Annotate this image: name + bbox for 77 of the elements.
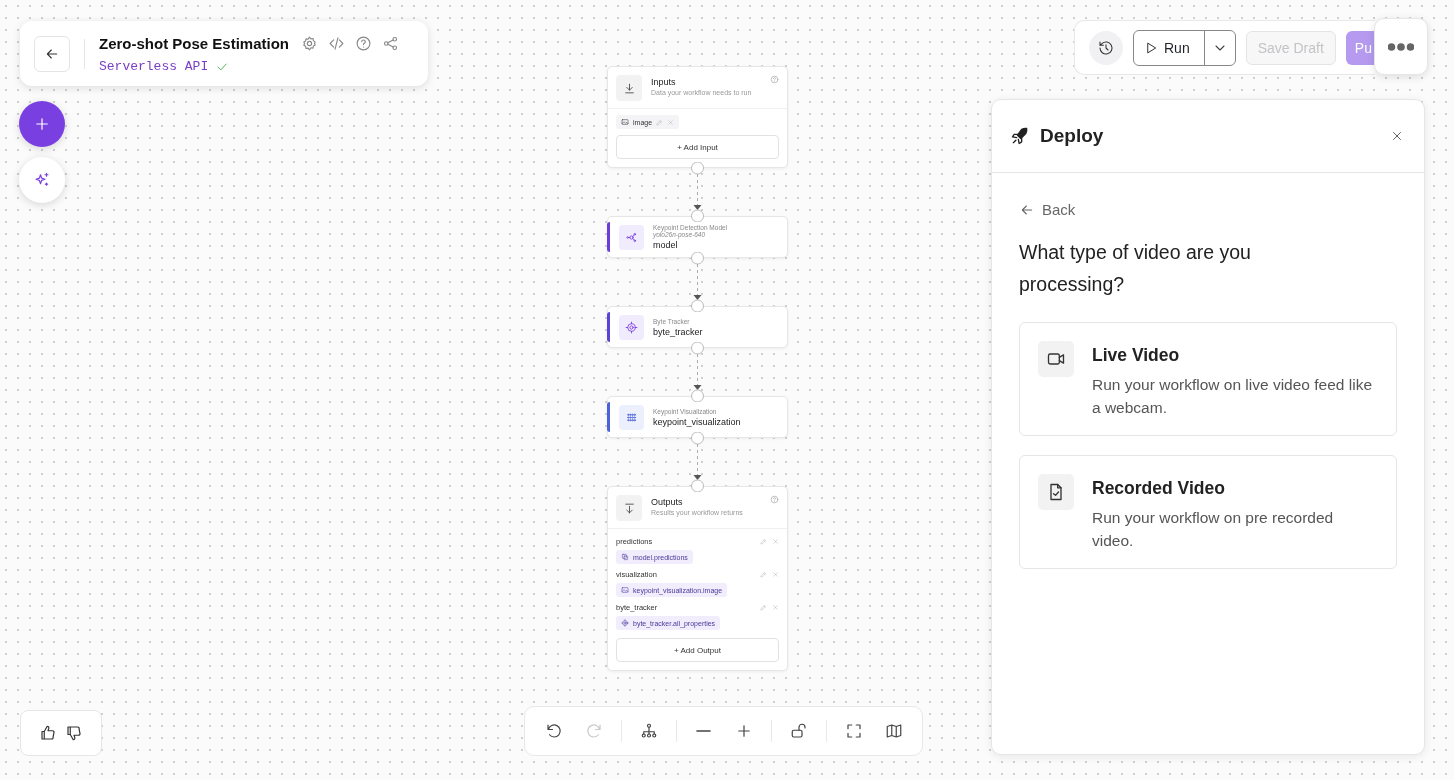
close-icon — [1390, 129, 1404, 143]
image-icon — [621, 118, 629, 126]
image-icon — [621, 586, 629, 594]
panel-title: Deploy — [1040, 125, 1105, 147]
connection-handle[interactable] — [691, 162, 704, 175]
block-name: byte_tracker — [653, 326, 703, 337]
play-icon — [1144, 40, 1158, 55]
block-name: model — [653, 240, 679, 250]
edge-arrow — [693, 263, 702, 300]
remove-icon — [667, 118, 675, 126]
connection-handle[interactable] — [691, 479, 704, 492]
option-description: Run your workflow on pre recorded video. — [1092, 508, 1335, 551]
edge-arrow — [693, 353, 702, 390]
download-icon — [622, 501, 636, 515]
remove-icon — [772, 538, 779, 545]
target-icon — [625, 320, 638, 334]
option-title: Live Video — [1092, 345, 1181, 366]
plus-icon — [33, 115, 51, 133]
run-button[interactable]: Run — [1134, 30, 1205, 65]
workflow-title: Zero-shot Pose Estimation — [99, 34, 290, 52]
add-output-button[interactable]: + Add Output — [616, 638, 779, 662]
connection-handle[interactable] — [691, 389, 704, 402]
edge-arrow — [693, 443, 702, 480]
share-icon — [381, 34, 399, 52]
edge-arrow — [693, 173, 702, 210]
history-icon — [1098, 39, 1114, 56]
back-button[interactable] — [34, 35, 70, 72]
option-title: Recorded Video — [1092, 478, 1226, 499]
help-button[interactable] — [353, 33, 374, 53]
close-button[interactable] — [1390, 129, 1404, 143]
inputs-title: Inputs — [651, 77, 677, 87]
network-icon — [625, 230, 638, 244]
option-description: Run your workflow on live video feed like a webcam. — [1092, 375, 1373, 418]
redo-icon — [584, 722, 603, 740]
add-input-button[interactable]: + Add Input — [616, 135, 779, 159]
connection-handle[interactable] — [691, 252, 704, 265]
history-button[interactable] — [1089, 30, 1123, 65]
edit-icon — [760, 604, 767, 611]
target-icon — [621, 619, 629, 627]
code-icon — [327, 34, 345, 52]
fullscreen-icon — [844, 722, 863, 740]
remove-icon — [772, 571, 779, 578]
video-type-option[interactable]: Recorded Video Run your workflow on pre recorded video. — [1019, 455, 1397, 569]
edit-icon — [656, 118, 664, 126]
block-name: keypoint_visualization — [653, 416, 741, 427]
help-icon — [770, 75, 779, 84]
thumbs-down-button[interactable] — [65, 724, 83, 742]
rocket-icon — [1010, 126, 1030, 146]
connection-handle[interactable] — [691, 209, 704, 222]
minus-icon — [696, 730, 711, 732]
connection-handle[interactable] — [691, 342, 704, 355]
unlocked-padlock-icon — [789, 722, 808, 740]
thumbs-up-button[interactable] — [39, 724, 57, 742]
thumbs-up-icon — [39, 724, 57, 742]
connection-handle[interactable] — [691, 299, 704, 312]
edit-icon — [760, 538, 767, 545]
hierarchy-icon — [639, 722, 658, 740]
remove-icon — [772, 604, 779, 611]
outputs-title: Outputs — [651, 497, 684, 507]
sparkle-icon — [33, 171, 51, 189]
help-icon — [354, 34, 372, 52]
question-heading: What type of video are you processing? — [1019, 240, 1252, 297]
video-type-option[interactable]: Live Video Run your workflow on live video feed like a webcam. — [1019, 322, 1397, 436]
deployment-label: Serverless API — [99, 59, 209, 74]
map-icon — [884, 722, 903, 740]
connection-handle[interactable] — [691, 432, 704, 445]
stack-icon — [621, 553, 629, 561]
more-button[interactable] — [1374, 18, 1428, 75]
ai-assist-button[interactable] — [19, 157, 65, 203]
settings-icon — [300, 34, 318, 52]
back-link[interactable]: Back — [1019, 201, 1076, 218]
download-icon — [622, 81, 636, 95]
add-block-button[interactable] — [19, 101, 65, 147]
thumbs-down-icon — [65, 724, 83, 742]
help-icon — [770, 495, 779, 504]
edit-icon — [760, 571, 767, 578]
undo-icon — [544, 722, 563, 740]
